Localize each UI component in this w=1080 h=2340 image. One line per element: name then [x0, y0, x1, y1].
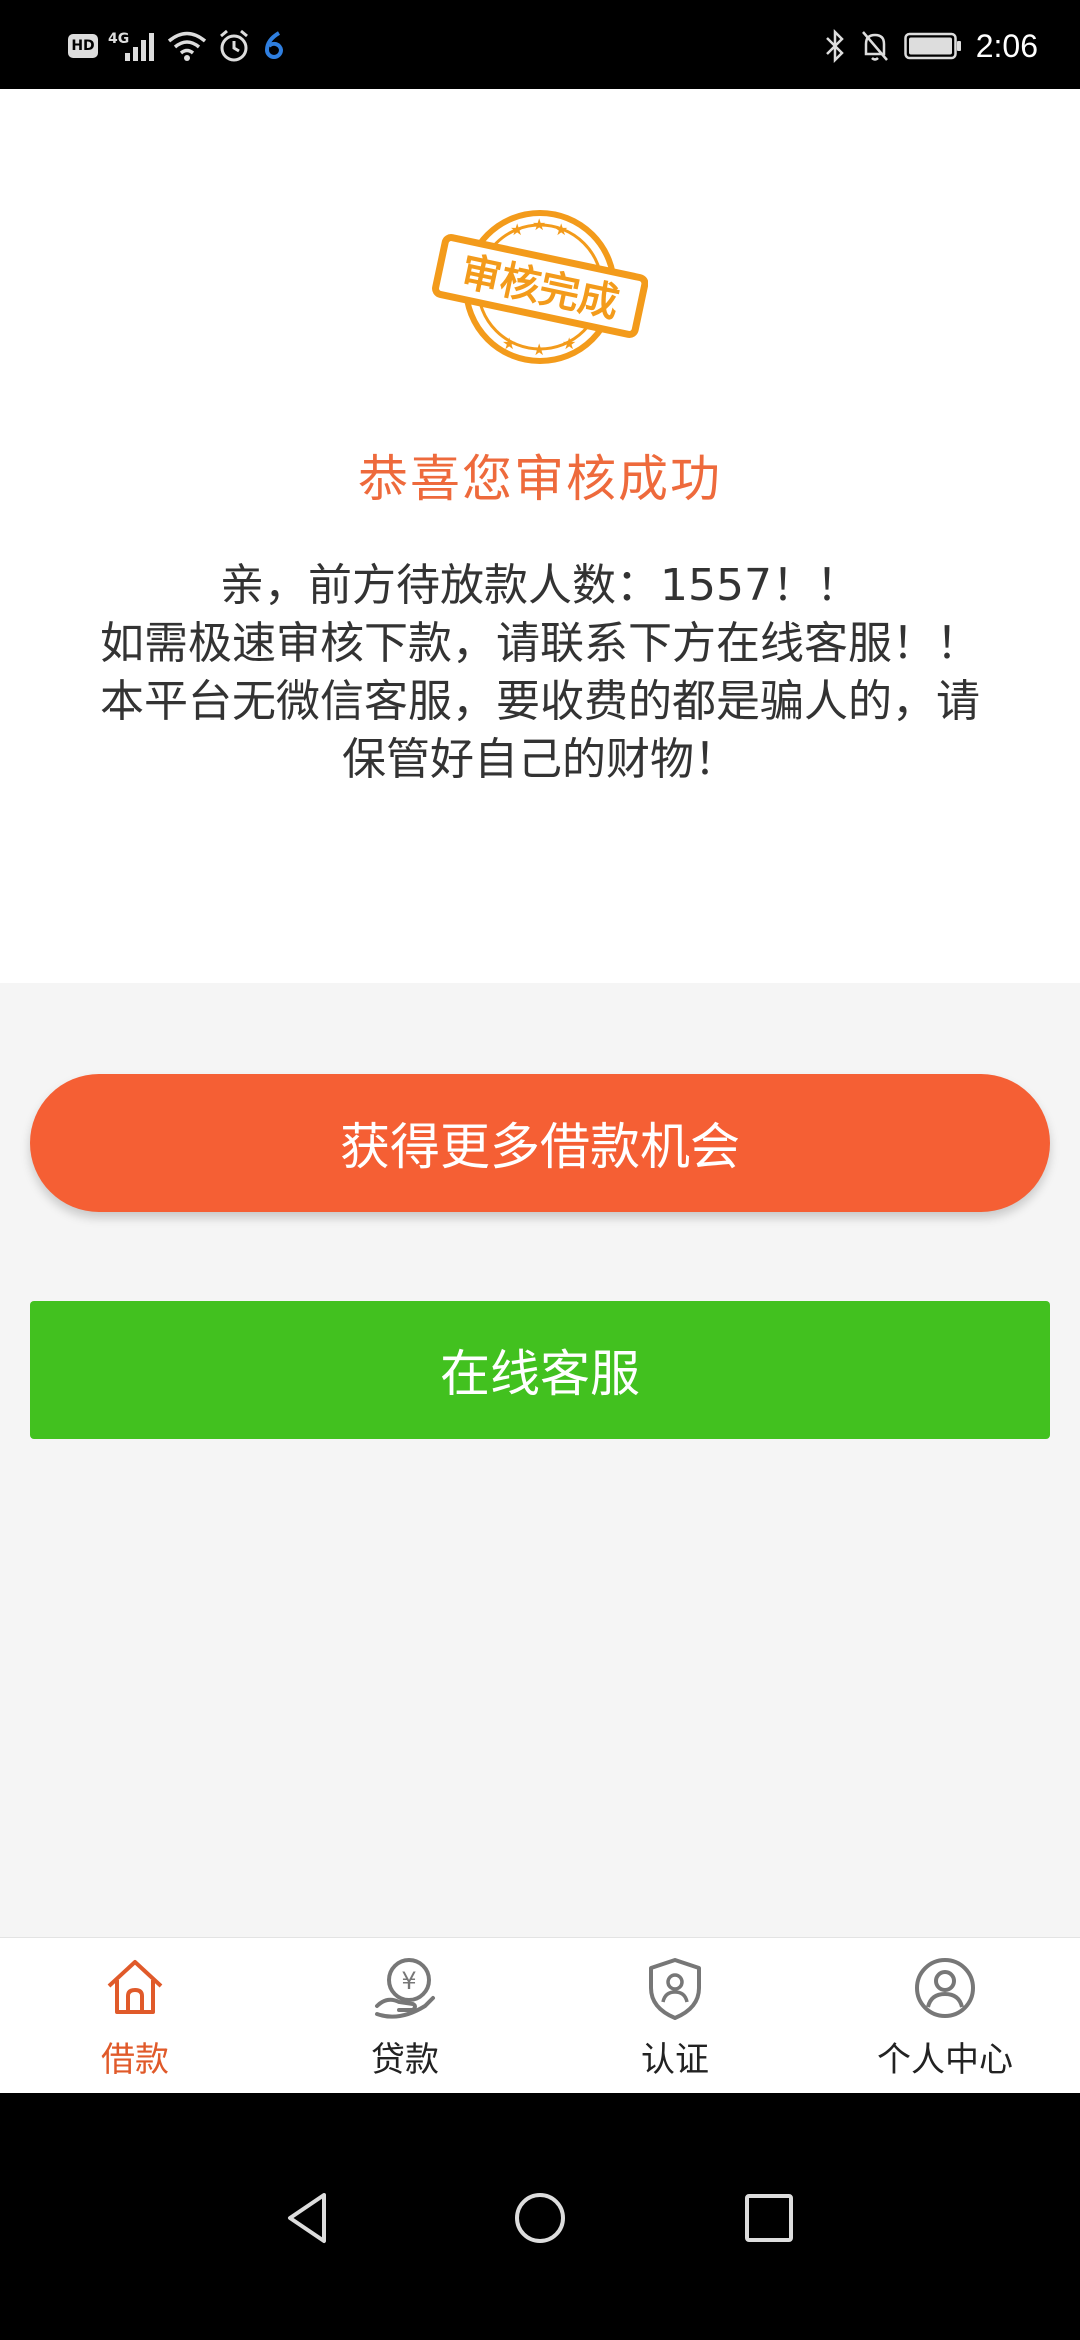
user-circle-icon — [915, 1958, 975, 2018]
svg-text:★: ★ — [502, 334, 516, 353]
app-notification-icon — [261, 30, 287, 62]
nav-label: 贷款 — [371, 2040, 439, 2080]
notice-line: 保管好自己的财物！ — [342, 734, 738, 785]
online-service-button[interactable]: 在线客服 — [30, 1301, 1050, 1439]
nav-label: 借款 — [101, 2040, 169, 2080]
status-bar: HD 4G 2:06 — [0, 0, 1080, 89]
svg-text:★: ★ — [510, 220, 524, 239]
home-circle-icon[interactable] — [505, 2183, 575, 2253]
back-icon[interactable] — [274, 2183, 344, 2253]
notice-line: 如需极速审核下款，请联系下方在线客服！！ — [100, 618, 980, 669]
app-screen: ★ ★ ★ ★ ★ ★ 审核完成 恭喜您审核成功 亲，前方待放款人数：1557！… — [0, 89, 1080, 2094]
nav-label: 个人中心 — [877, 2040, 1013, 2080]
nav-item-credit[interactable]: ¥ 贷款 — [270, 1938, 540, 2094]
hd-icon: HD — [68, 34, 98, 58]
alarm-icon — [217, 29, 251, 63]
wifi-icon — [167, 30, 207, 62]
review-complete-stamp: ★ ★ ★ ★ ★ ★ 审核完成 — [432, 201, 649, 373]
notice-line: 亲，前方待放款人数：1557！！ — [220, 560, 860, 611]
battery-icon — [903, 32, 962, 60]
bluetooth-icon — [824, 29, 846, 63]
svg-text:★: ★ — [562, 334, 576, 353]
success-title: 恭喜您审核成功 — [358, 450, 722, 508]
signal-4g-icon: 4G — [108, 31, 157, 61]
home-icon — [107, 1960, 163, 2014]
svg-text:★: ★ — [532, 215, 546, 234]
nav-item-loan[interactable]: 借款 — [0, 1938, 270, 2094]
notice-text: 亲，前方待放款人数：1557！！ 如需极速审核下款，请联系下方在线客服！！ 本平… — [56, 557, 1024, 789]
status-left-icons: HD 4G — [68, 24, 287, 68]
recents-icon[interactable] — [734, 2183, 804, 2253]
nav-item-verify[interactable]: 认证 — [540, 1938, 810, 2094]
more-loans-button[interactable]: 获得更多借款机会 — [30, 1074, 1050, 1212]
nav-item-profile[interactable]: 个人中心 — [810, 1938, 1080, 2094]
status-right-icons: 2:06 — [824, 24, 1038, 68]
svg-text:★: ★ — [532, 340, 546, 359]
review-result-card: ★ ★ ★ ★ ★ ★ 审核完成 恭喜您审核成功 亲，前方待放款人数：1557！… — [0, 89, 1080, 983]
system-nav-bar — [0, 2093, 1080, 2340]
shield-user-icon — [649, 1958, 701, 2020]
svg-text:★: ★ — [554, 220, 568, 239]
bottom-nav: 借款 ¥ 贷款 认证 个人中心 — [0, 1937, 1080, 2094]
nav-label: 认证 — [641, 2040, 709, 2080]
notice-line: 本平台无微信客服，要收费的都是骗人的，请 — [100, 676, 980, 727]
status-time: 2:06 — [975, 27, 1038, 64]
svg-text:¥: ¥ — [401, 1967, 416, 1995]
yuan-hand-icon: ¥ — [375, 1958, 435, 2019]
mute-icon — [860, 29, 890, 63]
